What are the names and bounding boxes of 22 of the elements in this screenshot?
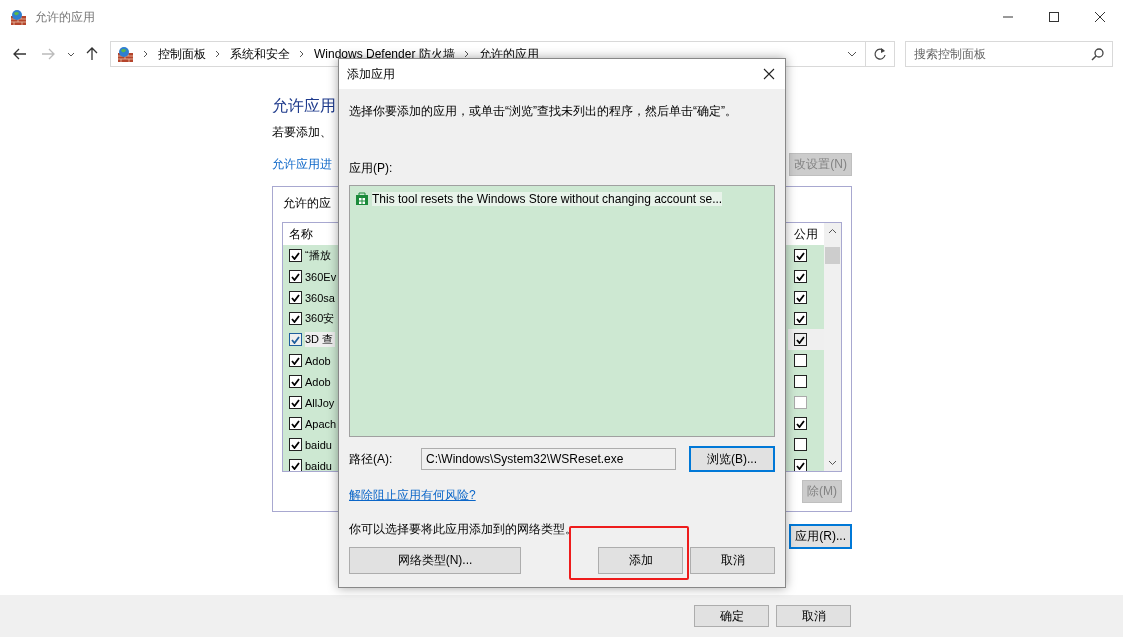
page-heading: 允许应用	[272, 96, 336, 116]
column-header: 公用	[794, 225, 819, 243]
window-title: 允许的应用	[35, 8, 95, 26]
app-name: “播放	[305, 248, 332, 263]
instruction-text: 选择你要添加的应用，或单击“浏览”查找未列出的程序，然后单击“确定”。	[349, 103, 738, 120]
app-name: 360sa	[305, 291, 336, 304]
app-name: Adob	[305, 354, 332, 367]
app-name: 360安	[305, 311, 336, 326]
app-name: baidu	[305, 438, 333, 451]
app-name: Adob	[305, 375, 332, 388]
column-header: 名称	[289, 225, 314, 243]
description-text: 若要添加、	[272, 124, 332, 141]
app-name: baidu	[305, 459, 333, 471]
dialog-title: 添加应用	[347, 65, 395, 83]
app-name: 3D 查	[305, 332, 336, 347]
apps-label: 应用(P):	[349, 160, 394, 177]
group-label: 允许的应	[283, 195, 331, 212]
app-name: Apach	[305, 417, 338, 430]
network-type-text: 你可以选择要将此应用添加到的网络类型。	[349, 521, 578, 538]
path-label: 路径(A):	[349, 450, 394, 468]
app-name: 360Ev	[305, 270, 338, 283]
app-name: AllJoy	[305, 396, 336, 409]
